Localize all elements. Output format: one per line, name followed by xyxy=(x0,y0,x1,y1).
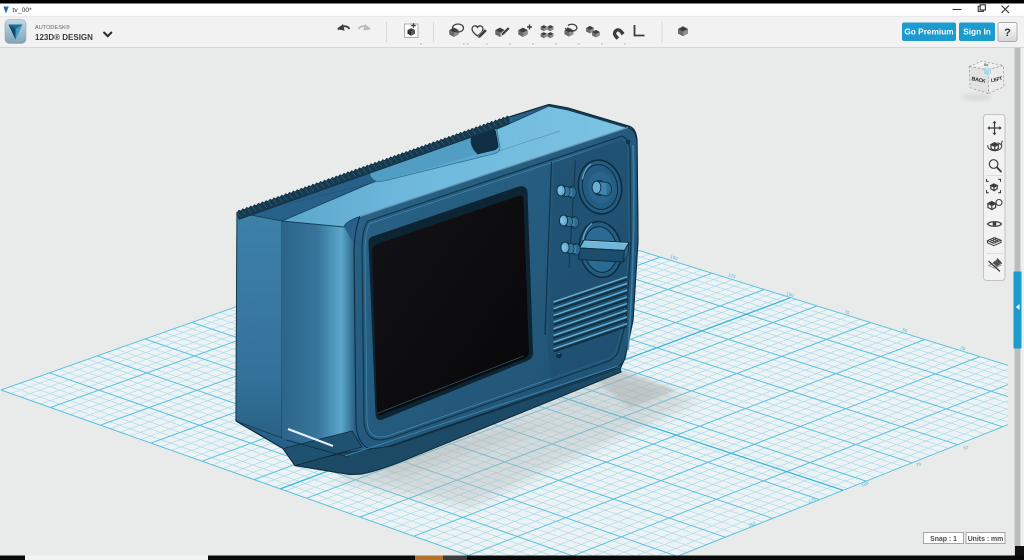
svg-text:AUTODESK®: AUTODESK® xyxy=(35,24,71,31)
svg-text:Units : mm: Units : mm xyxy=(968,536,1004,543)
svg-text:Go Premium: Go Premium xyxy=(904,27,953,37)
svg-text:Sign In: Sign In xyxy=(963,27,991,37)
svg-text:Snap : 1: Snap : 1 xyxy=(930,536,957,543)
svg-text:tv_00*: tv_00* xyxy=(13,7,33,14)
svg-text:123D® DESIGN: 123D® DESIGN xyxy=(35,33,93,42)
svg-text:?: ? xyxy=(1004,27,1011,39)
svg-text:B0: B0 xyxy=(984,63,989,68)
